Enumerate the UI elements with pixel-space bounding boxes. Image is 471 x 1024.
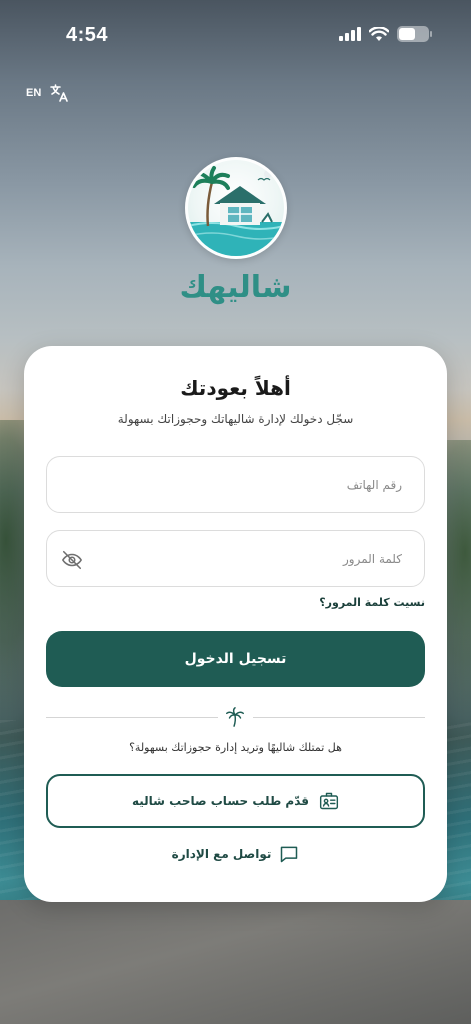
brand-name: شاليهك [179,270,292,305]
welcome-subtitle: سجّل دخولك لإدارة شاليهاتك وحجوزاتك بسهو… [117,412,354,426]
eye-off-icon[interactable] [61,549,83,571]
status-icons [339,26,432,42]
contact-admin-link[interactable]: تواصل مع الإدارة [24,844,447,864]
app-logo [185,157,287,259]
wifi-icon [369,26,389,41]
language-code: EN [26,87,42,99]
contact-admin-label: تواصل مع الإدارة [171,847,272,861]
divider-line-left [46,717,218,718]
id-card-icon [319,792,339,810]
status-bar: 4:54 [0,0,471,60]
translate-icon [50,84,69,102]
phone-field[interactable] [46,456,425,513]
background-deck [0,900,471,1024]
owner-account-request-label: قدّم طلب حساب صاحب شاليه [131,794,310,808]
owner-question: هل تمتلك شاليهًا وتريد إدارة حجوزاتك بسه… [129,741,342,754]
palm-tree-icon [226,707,244,727]
divider-line-right [253,717,425,718]
cellular-signal-icon [339,27,361,41]
login-card: أهلاً بعودتك سجّل دخولك لإدارة شاليهاتك … [24,346,447,902]
status-time: 4:54 [66,24,109,46]
owner-account-request-button[interactable]: قدّم طلب حساب صاحب شاليه [46,774,425,828]
battery-icon [397,26,432,42]
chalet-logo-icon [188,166,284,256]
login-button[interactable]: تسجيل الدخول [46,631,425,687]
forgot-password-link[interactable]: نسيت كلمة المرور؟ [319,596,425,609]
password-field[interactable] [46,530,425,587]
section-divider [46,706,425,730]
phone-input[interactable] [47,457,424,512]
password-input[interactable] [47,531,424,586]
language-switcher[interactable]: EN [26,84,69,102]
chat-bubble-icon [281,846,298,863]
welcome-title: أهلاً بعودتك [180,376,291,400]
